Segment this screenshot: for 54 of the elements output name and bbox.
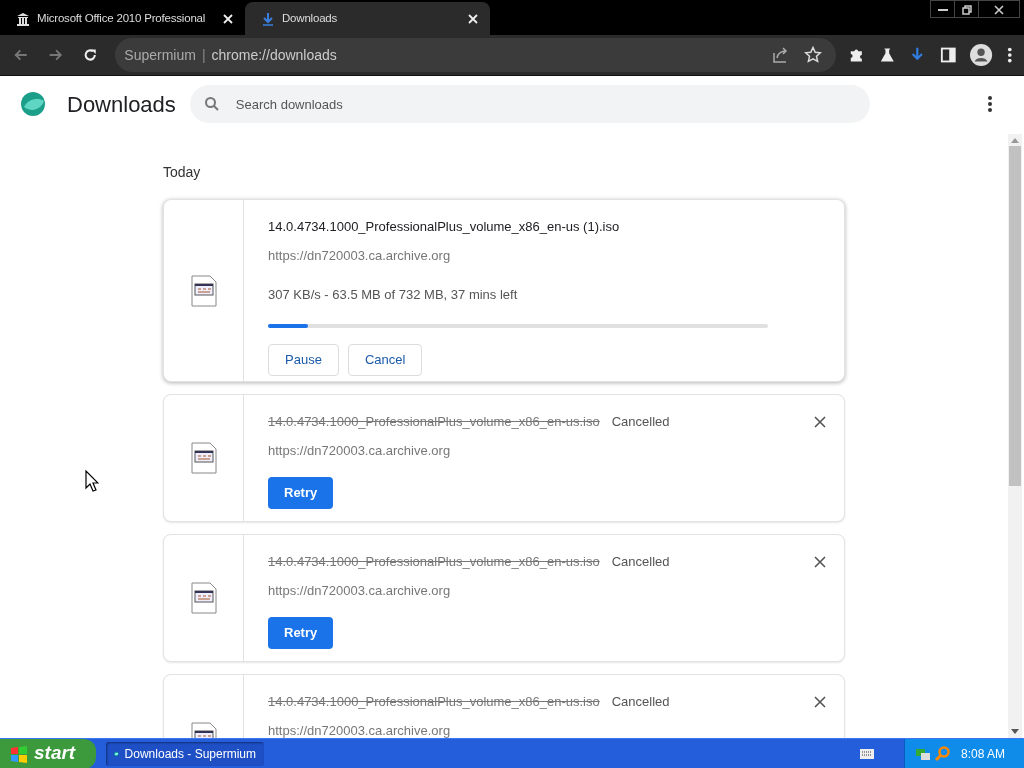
file-name[interactable]: 14.0.4734.1000_ProfessionalPlus_volume_x86_en-us (1).iso [268,217,620,237]
windows-logo-icon [10,744,28,763]
scroll-down-icon[interactable] [1011,729,1019,735]
file-name[interactable]: 14.0.4734.1000_ProfessionalPlus_volume_x86_en-us.iso [268,412,600,432]
flask-icon[interactable] [878,46,896,64]
side-panel-icon[interactable] [939,46,957,64]
remove-icon[interactable] [814,415,826,428]
source-url[interactable]: https://dn720003.ca.archive.org [268,580,826,600]
clock: 8:08 AM [961,745,1006,763]
close-icon[interactable] [468,13,478,24]
retry-button[interactable]: Retry [268,477,334,509]
remove-icon[interactable] [814,555,826,568]
site-name: Supermium [124,45,196,65]
source-url[interactable]: https://dn720003.ca.archive.org [268,720,826,738]
logo-icon [20,91,46,117]
star-icon[interactable] [804,46,822,64]
status-text: Cancelled [611,413,670,431]
close-icon [994,4,1004,15]
close-icon[interactable] [223,13,233,24]
share-icon[interactable] [772,46,790,64]
search-icon [203,96,220,112]
separator: | [201,45,206,65]
file-name[interactable]: 14.0.4734.1000_ProfessionalPlus_volume_x86_en-us.iso [268,552,600,572]
source-url[interactable]: https://dn720003.ca.archive.org [268,440,826,460]
progress-text: 307 KB/s - 63.5 MB of 732 MB, 37 mins left [268,286,519,304]
remove-icon[interactable] [814,695,826,708]
restore-icon [961,4,972,15]
action-button[interactable]: Pause [268,343,339,376]
more-icon[interactable] [987,95,993,113]
scrollbar[interactable] [1008,134,1022,738]
columns-icon [16,11,30,26]
keyboard-icon[interactable] [860,748,874,759]
file-name[interactable]: 14.0.4734.1000_ProfessionalPlus_volume_x86_en-us.iso [268,692,600,712]
file-icon [190,442,217,474]
url-text: chrome://downloads [211,45,337,65]
profile-icon[interactable] [970,43,993,67]
browser-tab[interactable]: Downloads [245,2,490,35]
scrollbar-thumb[interactable] [1009,146,1021,486]
cursor-icon [85,470,99,492]
taskbar-button[interactable]: Downloads - Supermium [106,741,264,766]
file-icon [190,274,217,307]
source-url[interactable]: https://dn720003.ca.archive.org [268,245,826,265]
start-button[interactable]: start [0,738,96,768]
section-heading: Today [163,163,202,182]
menu-icon[interactable] [1006,46,1013,64]
status-text: Cancelled [611,693,670,711]
address-bar[interactable]: Supermium | chrome://downloads [115,38,836,72]
action-button[interactable]: Cancel [347,343,423,376]
status-text: Cancelled [611,553,670,571]
page-title: Downloads [67,90,176,119]
download-icon [261,11,275,26]
retry-button[interactable]: Retry [268,617,334,649]
file-icon [190,582,217,614]
search-field[interactable]: Search downloads [189,85,870,123]
